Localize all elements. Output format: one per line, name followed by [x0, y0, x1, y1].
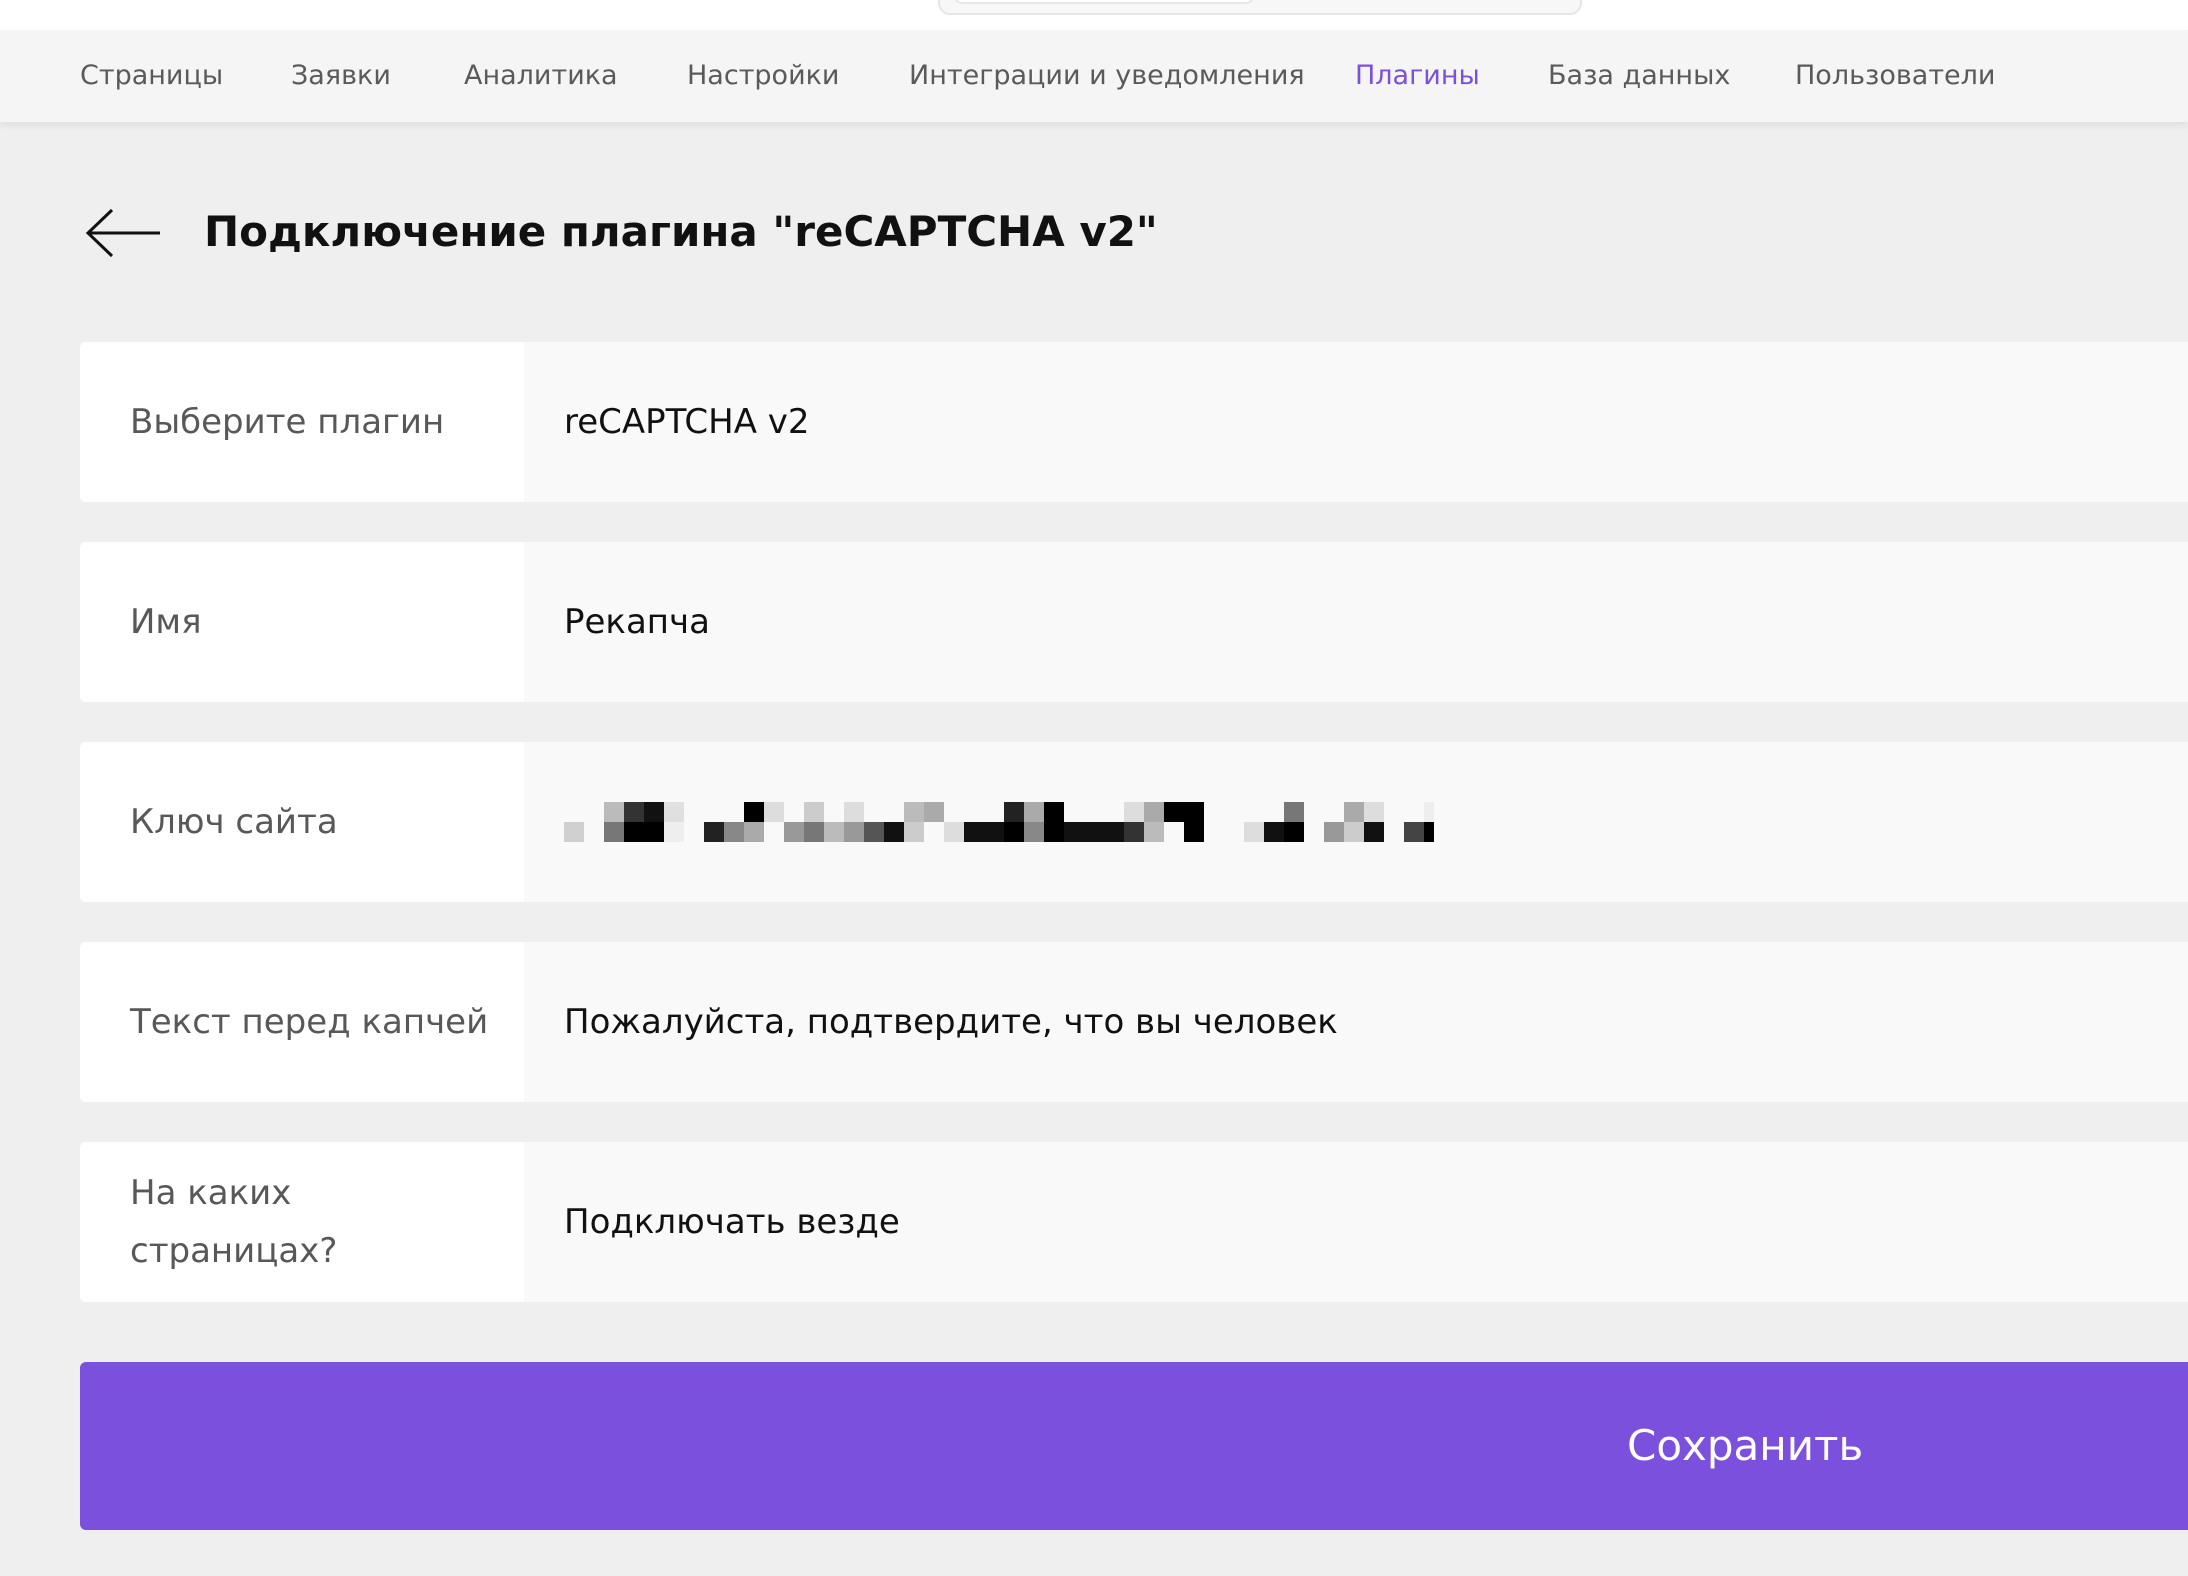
plugin-label: Выберите плагин	[80, 342, 524, 502]
name-label: Имя	[80, 542, 524, 702]
nav-item-settings[interactable]: Настройки	[687, 30, 839, 122]
nav-item-requests[interactable]: Заявки	[291, 30, 391, 122]
pages-label: На каких страницах?	[80, 1142, 524, 1302]
nav-item-analytics[interactable]: Аналитика	[464, 30, 618, 122]
pages-select[interactable]: Подключать везде	[524, 1142, 2188, 1302]
arrow-left-icon[interactable]	[84, 208, 162, 258]
save-button[interactable]: Сохранить	[80, 1362, 2188, 1530]
site-key-input[interactable]	[524, 742, 2188, 902]
plugin-select[interactable]: reCAPTCHA v2	[524, 342, 2188, 502]
name-input[interactable]: Рекапча	[524, 542, 2188, 702]
form-row-site-key: Ключ сайта	[80, 742, 2188, 902]
text-before-label: Текст перед капчей	[80, 942, 524, 1102]
nav-item-pages[interactable]: Страницы	[80, 30, 223, 122]
browser-top-strip	[0, 0, 2188, 30]
redacted-site-key	[564, 802, 1434, 842]
main-nav: Страницы Заявки Аналитика Настройки Инте…	[0, 30, 2188, 122]
nav-item-plugins[interactable]: Плагины	[1355, 30, 1480, 122]
nav-item-users[interactable]: Пользователи	[1795, 30, 1995, 122]
nav-item-database[interactable]: База данных	[1548, 30, 1730, 122]
top-tab-shape	[938, 0, 1582, 15]
form-row-name: Имя Рекапча	[80, 542, 2188, 702]
text-before-input[interactable]: Пожалуйста, подтвердите, что вы человек	[524, 942, 2188, 1102]
site-key-label: Ключ сайта	[80, 742, 524, 902]
form-row-text-before: Текст перед капчей Пожалуйста, подтверди…	[80, 942, 2188, 1102]
top-tab-inner-shape	[954, 0, 1254, 4]
save-button-label: Сохранить	[1627, 1421, 1864, 1470]
form-row-pages: На каких страницах? Подключать везде	[80, 1142, 2188, 1302]
page-title: Подключение плагина "reCAPTCHA v2"	[204, 207, 1158, 256]
nav-item-integrations[interactable]: Интеграции и уведомления	[909, 30, 1305, 122]
form-row-plugin: Выберите плагин reCAPTCHA v2	[80, 342, 2188, 502]
